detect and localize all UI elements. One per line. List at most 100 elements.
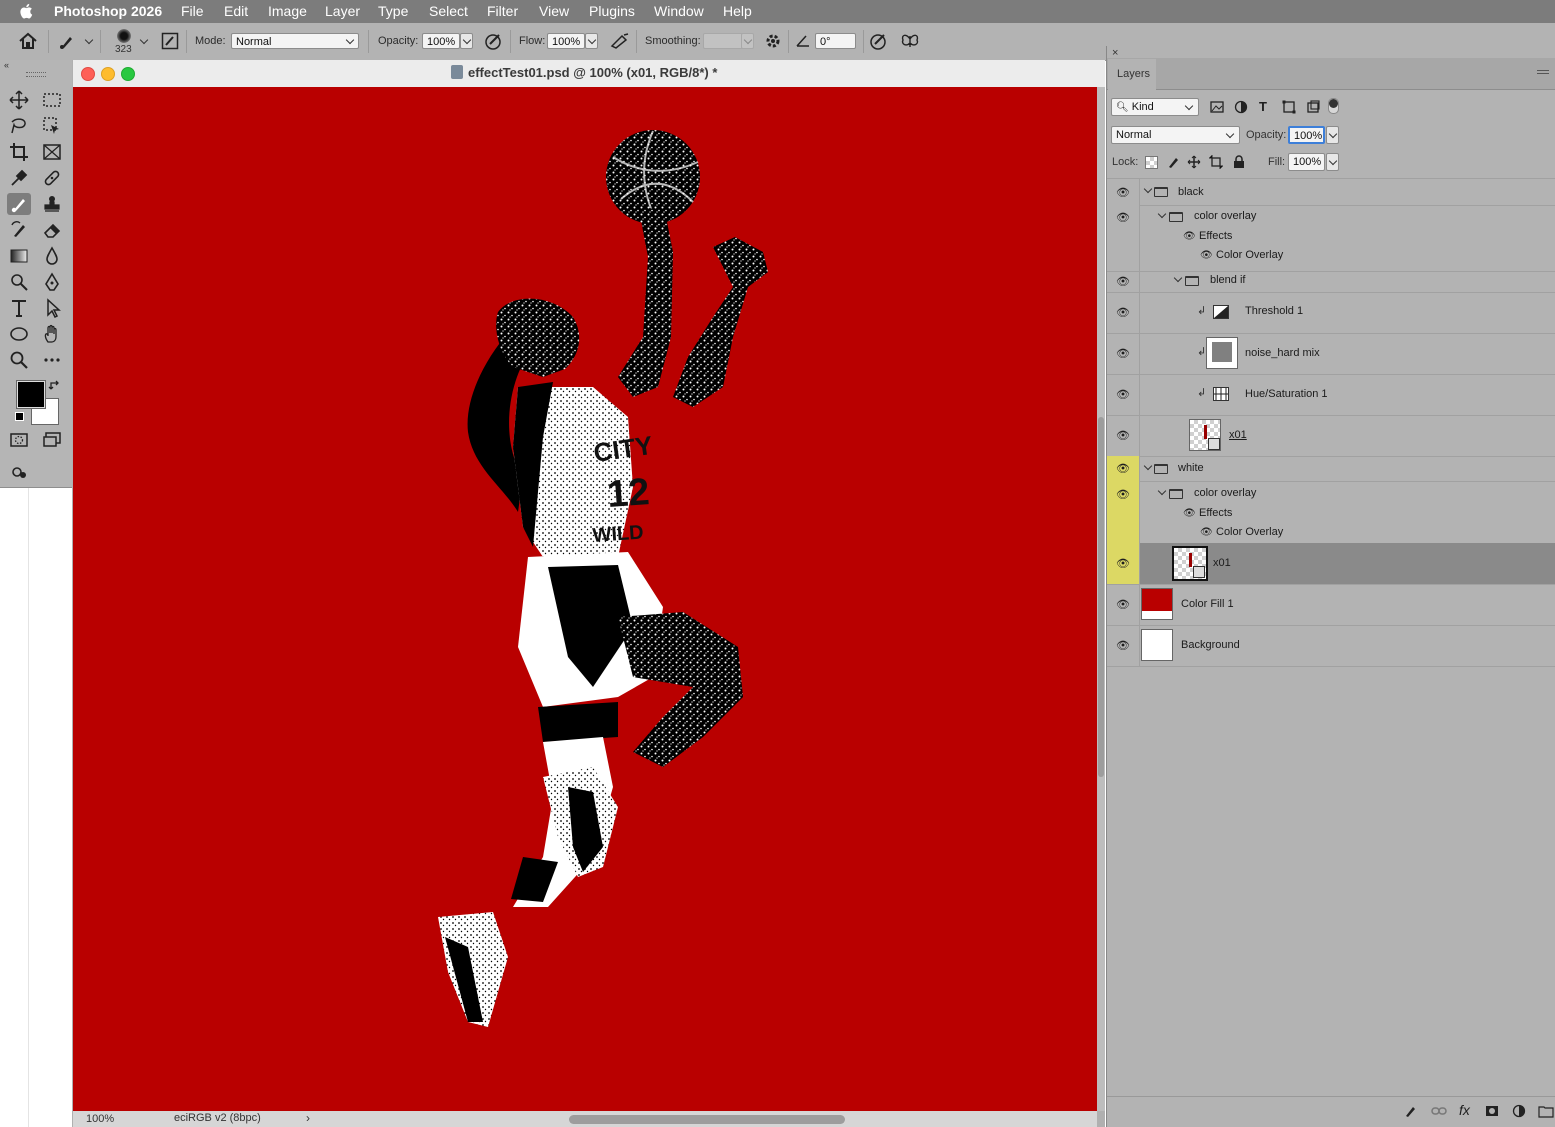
visibility-eye-icon[interactable]: 👁︎ <box>1116 429 1130 442</box>
brush-tool-icon[interactable] <box>7 193 31 215</box>
blend-mode-select[interactable]: Normal <box>1111 126 1240 144</box>
visibility-eye-icon[interactable]: 👁︎ <box>1116 488 1130 501</box>
blur-tool-icon[interactable] <box>40 245 64 267</box>
effects-eye-icon[interactable]: 👁︎ <box>1183 231 1196 242</box>
lock-artboard-icon[interactable] <box>1209 155 1223 169</box>
brush-settings-icon[interactable] <box>161 32 179 50</box>
visibility-eye-icon[interactable]: 👁︎ <box>1116 639 1130 652</box>
pressure-opacity-icon[interactable] <box>484 32 504 50</box>
minimize-window-button[interactable] <box>101 67 115 81</box>
layer-row-noise-hard-mix[interactable]: 👁︎ ↲ noise_hard mix <box>1107 333 1555 375</box>
lasso-tool-icon[interactable] <box>7 115 31 137</box>
filter-toggle-switch[interactable] <box>1328 98 1339 114</box>
fill-dropdown[interactable] <box>1326 153 1339 171</box>
layer-row-hue-saturation[interactable]: 👁︎ ↲ Hue/Saturation 1 <box>1107 374 1555 416</box>
effect-eye-icon[interactable]: 👁︎ <box>1200 250 1213 261</box>
flow-input[interactable]: 100% <box>547 33 585 49</box>
effects-eye-icon[interactable]: 👁︎ <box>1183 508 1196 519</box>
document-title-bar[interactable]: effectTest01.psd @ 100% (x01, RGB/8*) * <box>73 60 1105 88</box>
menu-type[interactable]: Type <box>378 3 408 19</box>
panel-menu-icon[interactable] <box>1537 70 1549 74</box>
effect-eye-icon[interactable]: 👁︎ <box>1200 527 1213 538</box>
flow-dropdown[interactable] <box>585 33 598 49</box>
hand-tool-icon[interactable] <box>40 323 64 345</box>
home-icon[interactable] <box>18 32 38 50</box>
status-info-arrow-icon[interactable]: › <box>306 1111 310 1125</box>
layer-row-background[interactable]: 👁︎ Background <box>1107 625 1555 667</box>
visibility-eye-icon[interactable]: 👁︎ <box>1116 347 1130 360</box>
canvas[interactable]: CITY 12 WILD <box>73 87 1097 1111</box>
brush-picker-dropdown-icon[interactable] <box>139 35 149 45</box>
eraser-tool-icon[interactable] <box>40 219 64 241</box>
visibility-eye-icon[interactable]: 👁︎ <box>1116 557 1130 570</box>
shape-tool-icon[interactable] <box>7 323 31 345</box>
horizontal-scroll-thumb[interactable] <box>569 1115 845 1124</box>
symmetry-butterfly-icon[interactable] <box>900 32 920 50</box>
brush-link-icon[interactable] <box>1404 1104 1418 1118</box>
zoom-tool-icon[interactable] <box>7 349 31 371</box>
layer-row-color-overlay-group[interactable]: 👁︎ color overlay 👁︎ Effects 👁︎ Color Ove… <box>1107 204 1555 272</box>
frame-tool-icon[interactable] <box>40 141 64 163</box>
angle-input[interactable]: 0° <box>815 33 856 49</box>
layer-mask-icon[interactable] <box>1485 1104 1499 1118</box>
visibility-eye-icon[interactable]: 👁︎ <box>1116 598 1130 611</box>
move-tool-icon[interactable] <box>7 89 31 111</box>
layer-row-x01-black[interactable]: 👁︎ x01 <box>1107 415 1555 457</box>
more-tools-icon[interactable] <box>40 349 64 371</box>
tool-preset-dropdown-icon[interactable] <box>84 35 94 45</box>
airbrush-icon[interactable] <box>609 32 631 50</box>
close-window-button[interactable] <box>81 67 95 81</box>
layer-opacity-input[interactable]: 100% <box>1288 126 1325 144</box>
dodge-tool-icon[interactable] <box>7 271 31 293</box>
lock-transparent-icon[interactable] <box>1145 156 1158 169</box>
gear-icon[interactable] <box>764 32 782 50</box>
pen-tool-icon[interactable] <box>40 271 64 293</box>
mode-select[interactable]: Normal <box>231 33 359 49</box>
new-group-icon[interactable] <box>1538 1104 1554 1118</box>
layer-row-x01-selected[interactable]: 👁︎ x01 <box>1107 543 1555 585</box>
gradient-tool-icon[interactable] <box>7 245 31 267</box>
lock-position-icon[interactable] <box>1187 155 1201 169</box>
menu-edit[interactable]: Edit <box>224 3 248 19</box>
filter-kind-select[interactable]: 🔍︎ Kind <box>1111 98 1199 116</box>
visibility-eye-icon[interactable]: 👁︎ <box>1116 211 1130 224</box>
layers-tab[interactable]: Layers <box>1108 59 1156 90</box>
vertical-scrollbar[interactable] <box>1097 87 1105 1111</box>
menu-select[interactable]: Select <box>429 3 468 19</box>
default-colors-icon[interactable] <box>15 412 24 421</box>
visibility-eye-icon[interactable]: 👁︎ <box>1116 388 1130 401</box>
app-name-menu[interactable]: Photoshop 2026 <box>54 3 162 19</box>
apple-icon[interactable] <box>18 2 36 20</box>
menu-help[interactable]: Help <box>723 3 752 19</box>
marquee-tool-icon[interactable] <box>40 89 64 111</box>
visibility-eye-icon[interactable]: 👁︎ <box>1116 186 1130 199</box>
vertical-scroll-thumb[interactable] <box>1098 417 1104 777</box>
menu-plugins[interactable]: Plugins <box>589 3 635 19</box>
fill-input[interactable]: 100% <box>1288 153 1325 171</box>
layer-row-black-group[interactable]: 👁︎ black <box>1107 178 1555 206</box>
visibility-eye-icon[interactable]: 👁︎ <box>1116 462 1130 475</box>
eyedropper-tool-icon[interactable] <box>7 167 31 189</box>
foreground-color-swatch[interactable] <box>16 380 46 409</box>
menu-window[interactable]: Window <box>654 3 704 19</box>
layer-opacity-dropdown[interactable] <box>1326 126 1339 144</box>
fx-icon[interactable]: fx <box>1459 1102 1470 1118</box>
quick-mask-icon[interactable] <box>7 429 31 451</box>
screen-mode-icon[interactable] <box>40 429 64 451</box>
pressure-size-icon[interactable] <box>869 32 889 50</box>
filter-smart-object-icon[interactable] <box>1306 100 1320 114</box>
layer-row-blend-if-group[interactable]: 👁︎ blend if <box>1107 271 1555 293</box>
clone-stamp-tool-icon[interactable] <box>40 193 64 215</box>
brush-tool-icon[interactable] <box>58 32 78 50</box>
filter-shape-icon[interactable] <box>1282 100 1296 114</box>
lock-all-icon[interactable] <box>1232 155 1246 169</box>
filter-pixel-icon[interactable] <box>1210 100 1224 114</box>
link-layers-icon[interactable] <box>1431 1104 1447 1118</box>
object-selection-tool-icon[interactable] <box>40 115 64 137</box>
menu-view[interactable]: View <box>539 3 569 19</box>
edit-toolbar-icon[interactable] <box>7 461 31 483</box>
collapse-tools-icon[interactable]: « <box>4 60 9 70</box>
tools-grip[interactable] <box>26 72 46 77</box>
layer-row-color-fill[interactable]: 👁︎ Color Fill 1 <box>1107 584 1555 626</box>
zoom-window-button[interactable] <box>121 67 135 81</box>
